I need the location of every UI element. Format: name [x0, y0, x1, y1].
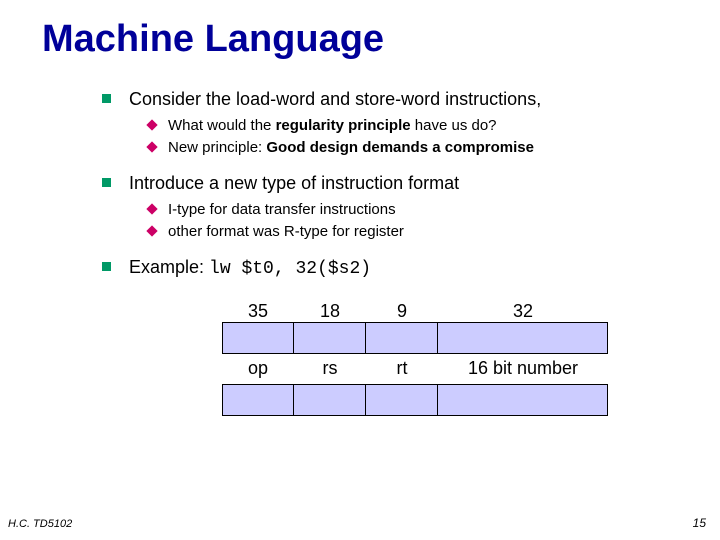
- slide: Machine Language Consider the load-word …: [0, 0, 720, 540]
- diamond-bullet-icon: [146, 225, 157, 236]
- bullet-1-text: Consider the load-word and store-word in…: [129, 87, 541, 111]
- bullet-1: Consider the load-word and store-word in…: [102, 87, 692, 159]
- label-rs: rs: [294, 354, 366, 384]
- example-code: lw $t0, 32($s2): [209, 259, 371, 279]
- table-boxes-row-1: [222, 322, 692, 354]
- diamond-bullet-icon: [146, 203, 157, 214]
- footer-left: H.C. TD5102: [8, 518, 72, 530]
- sub-bullet-1-2-text: New principle: Good design demands a com…: [168, 137, 534, 159]
- diamond-bullet-icon: [146, 120, 157, 131]
- table-boxes-row-2: [222, 384, 692, 416]
- label-rt: rt: [366, 354, 438, 384]
- sub-bullet-2-1: I-type for data transfer instructions: [148, 199, 692, 221]
- sub-bullet-2-2: other format was R-type for register: [148, 221, 692, 243]
- square-bullet-icon: [102, 94, 111, 103]
- bullet-2-text: Introduce a new type of instruction form…: [129, 171, 459, 195]
- table-values-row: 35 18 9 32: [222, 301, 692, 322]
- bullet-3: Example: lw $t0, 32($s2): [102, 255, 692, 281]
- sub-bullet-1-1: What would the regularity principle have…: [148, 115, 692, 137]
- value-op: 35: [222, 301, 294, 322]
- sub-bullet-1-2: New principle: Good design demands a com…: [148, 137, 692, 159]
- instruction-format-table: 35 18 9 32 op rs rt 16 bit number: [222, 301, 692, 416]
- value-rs: 18: [294, 301, 366, 322]
- table-labels-row: op rs rt 16 bit number: [222, 354, 692, 384]
- value-imm: 32: [438, 301, 608, 322]
- bullet-3-text: Example: lw $t0, 32($s2): [129, 255, 371, 281]
- value-rt: 9: [366, 301, 438, 322]
- slide-number: 15: [693, 516, 706, 530]
- label-imm: 16 bit number: [438, 354, 608, 384]
- slide-title: Machine Language: [42, 18, 692, 61]
- diamond-bullet-icon: [146, 141, 157, 152]
- square-bullet-icon: [102, 178, 111, 187]
- sub-bullet-2-2-text: other format was R-type for register: [168, 221, 404, 243]
- sub-bullet-2-1-text: I-type for data transfer instructions: [168, 199, 396, 221]
- square-bullet-icon: [102, 262, 111, 271]
- label-op: op: [222, 354, 294, 384]
- slide-content: Consider the load-word and store-word in…: [42, 87, 692, 416]
- bullet-2: Introduce a new type of instruction form…: [102, 171, 692, 243]
- sub-bullet-1-1-text: What would the regularity principle have…: [168, 115, 497, 137]
